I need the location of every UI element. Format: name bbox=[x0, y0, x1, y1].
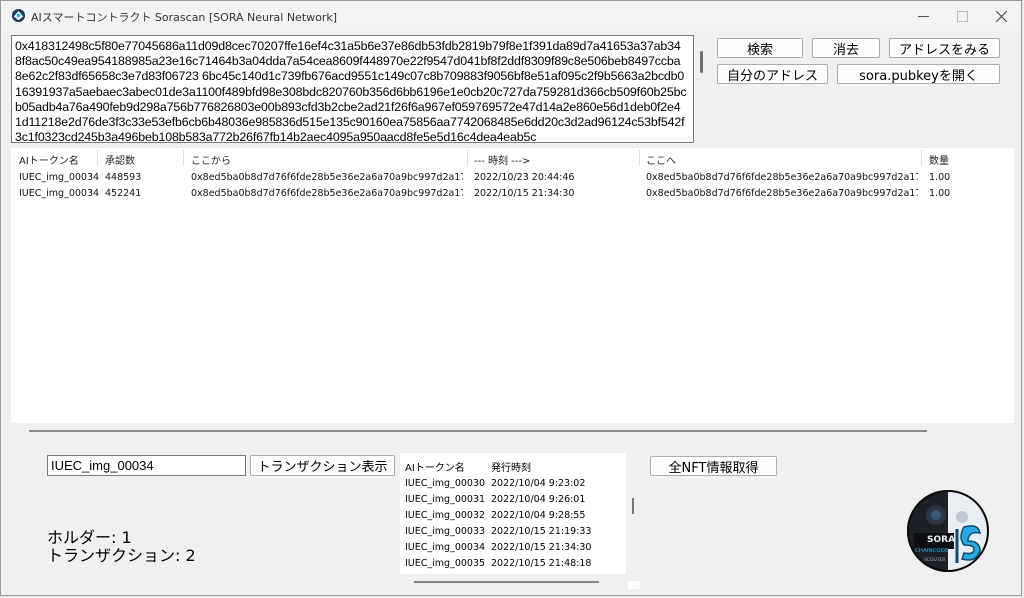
from-address-cell: 0x8ed5ba0b8d7d76f6fde28b5e36e2a6a70a9bc9… bbox=[191, 172, 463, 183]
col-separator bbox=[921, 150, 922, 166]
hex-data-text: 0x418312498c5f80e77045686a11d09d8cec7020… bbox=[15, 39, 687, 143]
minted-list-header: AIトークン名 発行時刻 bbox=[400, 453, 628, 474]
col-token-name[interactable]: AIトークン名 bbox=[19, 152, 79, 167]
show-transactions-button[interactable]: トランザクション表示 bbox=[250, 455, 395, 476]
col-separator bbox=[639, 150, 640, 166]
mint-time-cell: 2022/10/04 9:26:01 bbox=[491, 494, 586, 505]
mint-time-cell: 2022/10/04 9:28:55 bbox=[491, 510, 586, 521]
open-pubkey-button[interactable]: sora.pubkeyを開く bbox=[837, 64, 1000, 84]
minted-token-list[interactable]: AIトークン名 発行時刻 IUEC_img_00030 2022/10/04 9… bbox=[400, 453, 640, 589]
token-name-cell: IUEC_img_00034 bbox=[19, 172, 100, 183]
maximize-button[interactable] bbox=[943, 1, 981, 31]
time-cell: 2022/10/15 21:34:30 bbox=[474, 188, 575, 199]
clear-button[interactable]: 消去 bbox=[812, 38, 880, 58]
approvals-cell: 448593 bbox=[105, 172, 142, 183]
from-address-cell: 0x8ed5ba0b8d7d76f6fde28b5e36e2a6a70a9bc9… bbox=[191, 188, 463, 199]
to-address-cell: 0x8ed5ba0b8d7d76f6fde28b5e36e2a6a70a9bc9… bbox=[646, 172, 918, 183]
col-mint-time[interactable]: 発行時刻 bbox=[491, 459, 531, 474]
list-item[interactable]: IUEC_img_00033 2022/10/15 21:19:33 bbox=[400, 524, 628, 540]
token-name-cell: IUEC_img_00034 bbox=[19, 188, 100, 199]
scrollbar-thumb[interactable] bbox=[414, 581, 599, 583]
close-button[interactable] bbox=[982, 1, 1020, 31]
logo-text-scouter: SCOUTER bbox=[924, 557, 946, 563]
list-item[interactable]: IUEC_img_00030 2022/10/04 9:23:02 bbox=[400, 476, 628, 492]
minted-list-horizontal-scrollbar[interactable] bbox=[400, 574, 628, 589]
my-address-button[interactable]: 自分のアドレス bbox=[717, 64, 828, 84]
list-item[interactable]: IUEC_img_00034 2022/10/15 21:34:30 bbox=[400, 540, 628, 556]
sora-app-icon bbox=[11, 8, 26, 23]
token-name-cell: IUEC_img_00031 bbox=[405, 494, 486, 505]
mint-time-cell: 2022/10/04 9:23:02 bbox=[491, 478, 586, 489]
view-address-button[interactable]: アドレスをみる bbox=[889, 38, 1000, 58]
transaction-table[interactable]: AIトークン名 承認数 ここから --- 時刻 ---> ここへ 数量 IUEC… bbox=[11, 148, 1014, 423]
table-row[interactable]: IUEC_img_00034 448593 0x8ed5ba0b8d7d76f6… bbox=[11, 170, 1014, 186]
logo-text-sora: SORA bbox=[927, 535, 955, 545]
window-title: AIスマートコントラクト Sorascan [SORA Neural Netwo… bbox=[31, 11, 338, 24]
col-separator bbox=[183, 150, 184, 166]
sora-chaincode-scouter-logo: SORA CHAINCODE SCOUTER bbox=[907, 490, 989, 572]
minted-list-vertical-scrollbar[interactable] bbox=[626, 453, 640, 581]
col-token-name[interactable]: AIトークン名 bbox=[405, 459, 465, 474]
col-amount[interactable]: 数量 bbox=[929, 152, 949, 167]
token-name-cell: IUEC_img_00033 bbox=[405, 526, 486, 537]
get-all-nft-button[interactable]: 全NFT情報取得 bbox=[650, 456, 777, 476]
main-window: AIスマートコントラクト Sorascan [SORA Neural Netwo… bbox=[0, 0, 1022, 596]
mint-time-cell: 2022/10/15 21:19:33 bbox=[491, 526, 592, 537]
amount-cell: 1.00 bbox=[929, 188, 951, 199]
maximize-icon bbox=[956, 10, 968, 22]
mint-time-cell: 2022/10/15 21:34:30 bbox=[491, 542, 592, 553]
minimize-button[interactable] bbox=[904, 1, 942, 31]
amount-cell: 1.00 bbox=[929, 172, 951, 183]
list-item[interactable]: IUEC_img_00031 2022/10/04 9:26:01 bbox=[400, 492, 628, 508]
close-icon bbox=[995, 10, 1007, 22]
scrollbar-thumb[interactable] bbox=[632, 498, 634, 514]
scrollbar-thumb[interactable] bbox=[29, 430, 927, 432]
token-name-cell: IUEC_img_00034 bbox=[405, 542, 486, 553]
minimize-icon bbox=[917, 15, 929, 17]
to-address-cell: 0x8ed5ba0b8d7d76f6fde28b5e36e2a6a70a9bc9… bbox=[646, 188, 918, 199]
col-separator bbox=[467, 150, 468, 166]
token-name-input[interactable] bbox=[47, 455, 246, 476]
hex-data-textarea[interactable]: 0x418312498c5f80e77045686a11d09d8cec7020… bbox=[11, 35, 694, 143]
col-separator bbox=[97, 150, 98, 166]
col-to[interactable]: ここへ bbox=[646, 152, 676, 167]
transaction-table-header: AIトークン名 承認数 ここから --- 時刻 ---> ここへ 数量 bbox=[11, 148, 1014, 168]
mint-time-cell: 2022/10/15 21:48:18 bbox=[491, 558, 592, 569]
search-button[interactable]: 検索 bbox=[717, 38, 803, 58]
token-name-cell: IUEC_img_00030 bbox=[405, 478, 486, 489]
time-cell: 2022/10/23 20:44:46 bbox=[474, 172, 575, 183]
list-item[interactable]: IUEC_img_00035 2022/10/15 21:48:18 bbox=[400, 556, 628, 572]
col-from[interactable]: ここから bbox=[191, 152, 231, 167]
logo-text-chaincode: CHAINCODE bbox=[915, 548, 949, 554]
approvals-cell: 452241 bbox=[105, 188, 142, 199]
list-item[interactable]: IUEC_img_00032 2022/10/04 9:28:55 bbox=[400, 508, 628, 524]
col-approvals[interactable]: 承認数 bbox=[105, 152, 135, 167]
col-time[interactable]: --- 時刻 ---> bbox=[474, 152, 530, 167]
transaction-count: トランザクション: 2 bbox=[47, 546, 196, 565]
table-row[interactable]: IUEC_img_00034 452241 0x8ed5ba0b8d7d76f6… bbox=[11, 186, 1014, 202]
title-bar: AIスマートコントラクト Sorascan [SORA Neural Netwo… bbox=[1, 1, 1021, 31]
token-name-cell: IUEC_img_00035 bbox=[405, 558, 486, 569]
hex-scrollbar-thumb[interactable] bbox=[700, 51, 703, 73]
token-name-cell: IUEC_img_00032 bbox=[405, 510, 486, 521]
transaction-table-scrollbar[interactable] bbox=[11, 424, 1014, 438]
